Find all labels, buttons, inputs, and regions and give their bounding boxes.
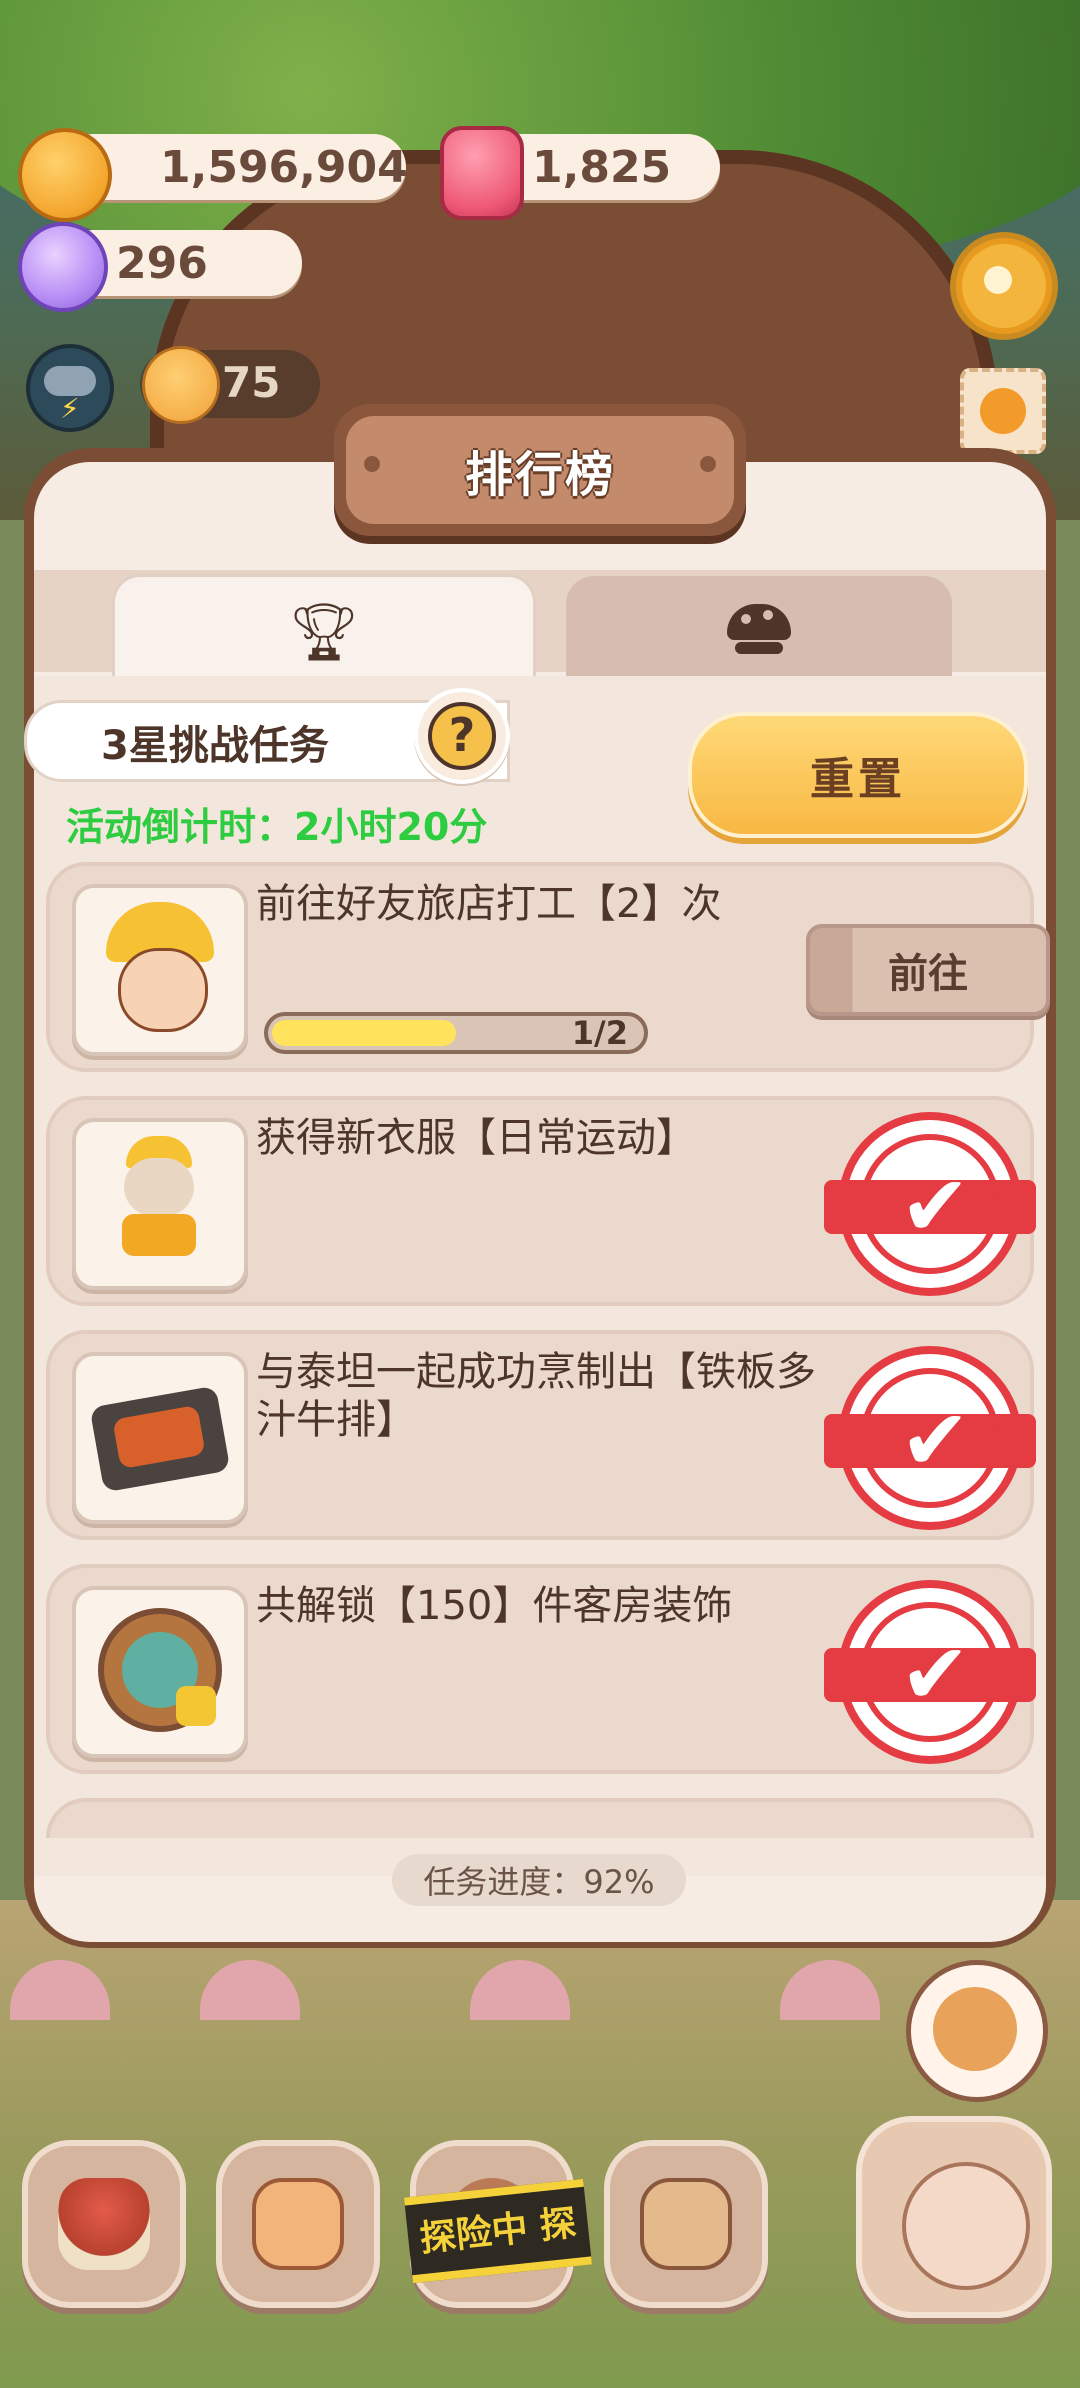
candle-count: 1,825 <box>532 141 672 193</box>
task-progress-fill <box>272 1020 456 1046</box>
shop-stand-icon <box>640 2178 732 2270</box>
character-with-clock-icon <box>902 2162 1030 2290</box>
tab-trophy[interactable]: 🏆︎ <box>112 574 536 681</box>
exploring-label: 探险中 探 <box>418 2202 579 2261</box>
gem-count: 296 <box>116 237 208 289</box>
cookie-icon <box>18 128 112 222</box>
go-button[interactable]: 前往 <box>806 924 1050 1016</box>
notebook-icon <box>252 2178 344 2270</box>
settings-gear-icon[interactable] <box>950 232 1058 340</box>
sport-outfit-icon <box>72 1118 248 1290</box>
diary-button[interactable] <box>216 2140 380 2308</box>
help-button[interactable]: ? <box>414 688 510 784</box>
reset-button[interactable]: 重置 <box>688 712 1028 838</box>
character-button[interactable] <box>856 2116 1052 2318</box>
sun-card-icon[interactable] <box>960 368 1046 454</box>
task-progress-label: 1/2 <box>571 1014 628 1052</box>
task-card: 共解锁【150】件客房装饰 ✔ <box>46 1564 1036 1774</box>
level-number: 75 <box>222 358 281 407</box>
level-face-icon <box>142 346 220 424</box>
task-progress-bar: 1/2 <box>264 1012 648 1054</box>
task-title: 共解锁【150】件客房装饰 <box>256 1583 733 1629</box>
cookie-count: 1,596,904 <box>160 141 408 193</box>
completed-stamp-icon: ✔ <box>824 1346 1036 1530</box>
panel-title: 排行榜 <box>464 447 615 503</box>
completed-stamp-icon: ✔ <box>824 1112 1036 1296</box>
mushroom-house-icon <box>58 2178 150 2270</box>
overall-progress-label: 任务进度：92% <box>423 1863 655 1901</box>
steak-plate-icon <box>72 1352 248 1524</box>
completed-stamp-icon: ✔ <box>824 1580 1036 1764</box>
weather-storm-icon[interactable]: ⚡ <box>26 344 114 432</box>
worker-girl-icon <box>72 884 248 1056</box>
level-indicator: 75 <box>140 346 320 424</box>
reset-button-label: 重置 <box>810 754 906 805</box>
cookie-counter[interactable]: 1,596,904 <box>60 134 408 200</box>
trophy-icon: 🏆︎ <box>288 600 360 665</box>
task-card-partial <box>46 1798 1034 1838</box>
challenge-label: 3星挑战任务 <box>101 723 329 769</box>
task-card: 前往好友旅店打工【2】次 1/2 前往 <box>46 862 1050 1072</box>
mushroom-house-button[interactable] <box>22 2140 186 2308</box>
go-button-label: 前往 <box>888 951 968 997</box>
guest-request-bubble[interactable] <box>906 1960 1048 2102</box>
mushroom-cake-icon <box>727 604 791 654</box>
decor-badge-icon <box>72 1586 248 1758</box>
candy-gem-icon <box>18 222 108 312</box>
question-mark-icon: ? <box>428 702 496 770</box>
task-title: 获得新衣服【日常运动】 <box>256 1115 696 1161</box>
task-title: 与泰坦一起成功烹制出【铁板多汁牛排】 <box>256 1349 816 1443</box>
overall-progress: 任务进度：92% <box>392 1854 686 1906</box>
panel-title-plate: 排行榜 <box>334 404 746 536</box>
tab-mushroom-cake[interactable] <box>566 576 952 676</box>
cat-guest-icon <box>933 1987 1017 2071</box>
candle-icon <box>440 126 524 220</box>
event-countdown: 活动倒计时：2小时20分 <box>66 805 488 849</box>
task-card: 获得新衣服【日常运动】 ✔ <box>46 1096 1036 1306</box>
shop-button[interactable] <box>604 2140 768 2308</box>
task-card: 与泰坦一起成功烹制出【铁板多汁牛排】 ✔ <box>46 1330 1036 1540</box>
task-title: 前往好友旅店打工【2】次 <box>256 881 722 927</box>
